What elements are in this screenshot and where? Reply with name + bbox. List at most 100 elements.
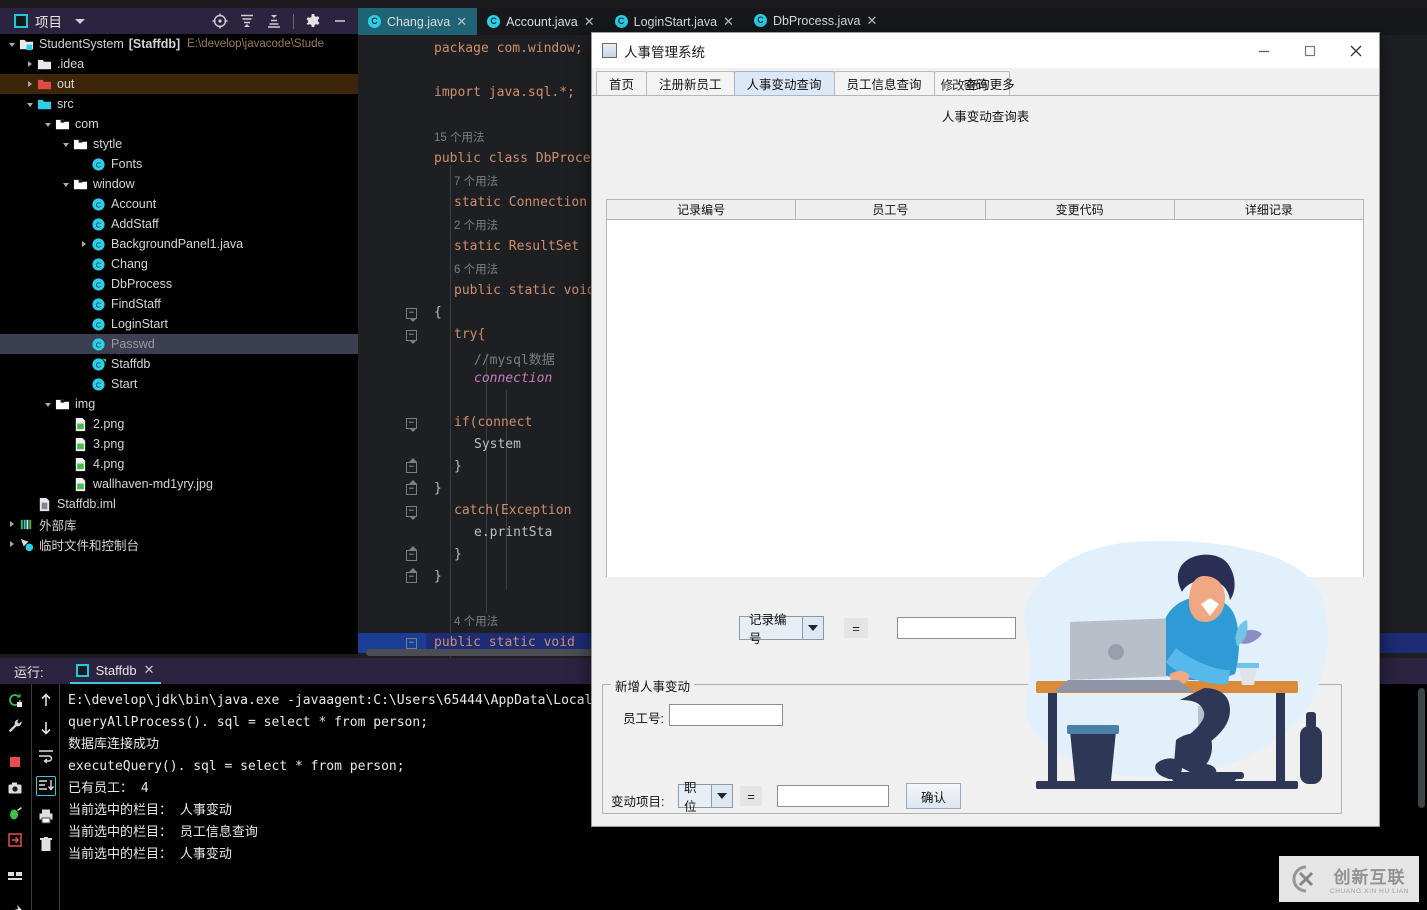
- chevron-down-icon[interactable]: [42, 398, 55, 411]
- tree-item-idea[interactable]: .idea: [0, 54, 358, 74]
- code-fold-marker[interactable]: −: [406, 330, 417, 341]
- chevron-right-icon[interactable]: [78, 238, 91, 251]
- dialog-tab-1[interactable]: 注册新员工: [646, 71, 735, 95]
- dialog-tab-2[interactable]: 人事变动查询: [734, 71, 835, 95]
- tree-item-img[interactable]: img: [0, 394, 358, 414]
- employee-id-input[interactable]: [669, 704, 783, 726]
- code-fold-marker[interactable]: −: [406, 484, 417, 495]
- tree-item-src[interactable]: src: [0, 94, 358, 114]
- tree-item-3png[interactable]: 3.png: [0, 434, 358, 454]
- tree-item-start[interactable]: CStart: [0, 374, 358, 394]
- close-icon[interactable]: ✕: [866, 13, 877, 29]
- tree-item-fonts[interactable]: CFonts: [0, 154, 358, 174]
- query-button[interactable]: 查询: [1041, 615, 1110, 641]
- code-fold-marker[interactable]: −: [406, 572, 417, 583]
- stop-icon[interactable]: [7, 754, 23, 770]
- code-fold-marker[interactable]: −: [406, 638, 417, 649]
- confirm-button[interactable]: 确认: [906, 783, 961, 809]
- tree-item-loginstart[interactable]: CLoginStart: [0, 314, 358, 334]
- chevron-down-icon[interactable]: [60, 178, 73, 191]
- tree-item-4png[interactable]: 4.png: [0, 454, 358, 474]
- tree-item-[interactable]: 临时文件和控制台: [0, 534, 358, 554]
- close-icon[interactable]: ✕: [144, 662, 155, 678]
- console-vertical-scrollbar[interactable]: [1418, 688, 1425, 808]
- change-item-select[interactable]: 职位: [678, 784, 733, 808]
- console-nav-toolbar[interactable]: [31, 684, 60, 910]
- chevron-down-icon[interactable]: [60, 138, 73, 151]
- tree-item-[interactable]: 外部库: [0, 514, 358, 534]
- code-fold-marker[interactable]: −: [406, 418, 417, 429]
- chevron-down-icon[interactable]: [75, 19, 85, 24]
- tree-item-stytle[interactable]: stytle: [0, 134, 358, 154]
- dialog-tab-strip[interactable]: 首页注册新员工人事变动查询员工信息查询修改密码查询更多: [592, 68, 1379, 96]
- query-all-button[interactable]: 查询所有: [1136, 615, 1227, 641]
- trash-icon[interactable]: [38, 836, 54, 852]
- run-config-tab[interactable]: Staffdb ✕: [70, 658, 161, 684]
- layout-icon[interactable]: [7, 868, 23, 884]
- tree-item-chang[interactable]: CChang: [0, 254, 358, 274]
- table-body[interactable]: [607, 220, 1363, 577]
- wrench-icon[interactable]: [7, 718, 23, 734]
- editor-tab-loginstart[interactable]: CLoginStart.java✕: [605, 8, 744, 35]
- tree-item-wallhavenmd1yryjpg[interactable]: wallhaven-md1yry.jpg: [0, 474, 358, 494]
- tree-item-addstaff[interactable]: CAddStaff: [0, 214, 358, 234]
- table-header-cell[interactable]: 员工号: [796, 200, 985, 220]
- debug-icon[interactable]: [7, 806, 23, 822]
- editor-tab-bar[interactable]: CChang.java✕CAccount.java✕CLoginStart.ja…: [358, 8, 1427, 35]
- minimize-icon[interactable]: [332, 13, 348, 29]
- scroll-down-icon[interactable]: [38, 720, 54, 736]
- chevron-right-icon[interactable]: [24, 58, 37, 71]
- rerun-icon[interactable]: [7, 692, 23, 708]
- code-fold-marker[interactable]: −: [406, 462, 417, 473]
- locate-icon[interactable]: [212, 13, 228, 29]
- chevron-down-icon[interactable]: [6, 38, 19, 51]
- query-field-select[interactable]: 记录编号: [739, 616, 824, 640]
- close-icon[interactable]: ✕: [723, 14, 734, 30]
- pin-icon[interactable]: [7, 904, 23, 910]
- print-icon[interactable]: [38, 808, 54, 824]
- code-fold-marker[interactable]: −: [406, 550, 417, 561]
- code-fold-marker[interactable]: −: [406, 308, 417, 319]
- soft-wrap-icon[interactable]: [38, 748, 54, 764]
- close-icon[interactable]: ✕: [456, 14, 467, 30]
- scroll-up-icon[interactable]: [38, 692, 54, 708]
- table-header-cell[interactable]: 记录编号: [607, 200, 796, 220]
- tree-item-staffdbiml[interactable]: Staffdb.iml: [0, 494, 358, 514]
- chevron-down-icon[interactable]: [24, 98, 37, 111]
- editor-tab-account[interactable]: CAccount.java✕: [477, 8, 604, 35]
- exit-icon[interactable]: [7, 832, 23, 848]
- tree-item-window[interactable]: window: [0, 174, 358, 194]
- personnel-change-table[interactable]: 记录编号员工号变更代码详细记录: [606, 199, 1364, 577]
- dialog-tab-4[interactable]: 修改密码查询更多: [934, 71, 1010, 95]
- minimize-icon[interactable]: [1241, 33, 1287, 68]
- chevron-down-icon[interactable]: [802, 617, 823, 639]
- chevron-right-icon[interactable]: [24, 78, 37, 91]
- editor-tab-dbprocess[interactable]: CDbProcess.java✕: [744, 8, 887, 35]
- code-fold-marker[interactable]: −: [406, 506, 417, 517]
- expand-all-icon[interactable]: [239, 13, 255, 29]
- chevron-right-icon[interactable]: [6, 538, 19, 551]
- maximize-icon[interactable]: [1287, 33, 1333, 68]
- run-actions-toolbar[interactable]: [0, 684, 30, 910]
- settings-gear-icon[interactable]: [305, 13, 321, 29]
- query-value-input[interactable]: [897, 617, 1016, 639]
- tree-item-passwd[interactable]: CPasswd: [0, 334, 358, 354]
- tree-item-findstaff[interactable]: CFindStaff: [0, 294, 358, 314]
- table-header-cell[interactable]: 变更代码: [986, 200, 1175, 220]
- tree-item-2png[interactable]: 2.png: [0, 414, 358, 434]
- project-tree[interactable]: StudentSystem[Staffdb]E:\develop\javacod…: [0, 34, 358, 654]
- scroll-to-end-icon[interactable]: [36, 776, 56, 796]
- tree-item-account[interactable]: CAccount: [0, 194, 358, 214]
- tree-item-backgroundpanel1java[interactable]: CBackgroundPanel1.java: [0, 234, 358, 254]
- camera-icon[interactable]: [7, 780, 23, 796]
- close-icon[interactable]: [1333, 33, 1379, 68]
- chevron-down-icon[interactable]: [711, 785, 732, 807]
- tree-item-dbprocess[interactable]: CDbProcess: [0, 274, 358, 294]
- chevron-right-icon[interactable]: [6, 518, 19, 531]
- tree-item-staffdb[interactable]: CStaffdb: [0, 354, 358, 374]
- close-icon[interactable]: ✕: [584, 14, 595, 30]
- tree-item-com[interactable]: com: [0, 114, 358, 134]
- tree-item-out[interactable]: out: [0, 74, 358, 94]
- table-header-cell[interactable]: 详细记录: [1175, 200, 1363, 220]
- chevron-down-icon[interactable]: [42, 118, 55, 131]
